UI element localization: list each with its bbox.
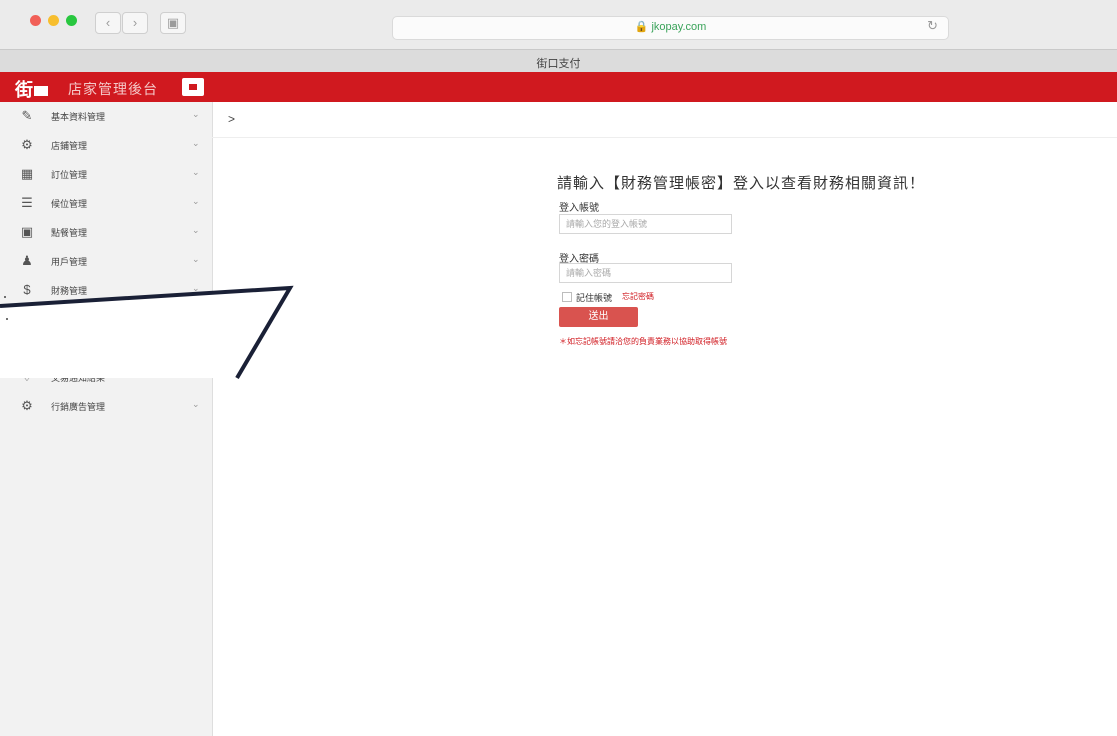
account-label: 登入帳號 bbox=[559, 203, 599, 214]
minimize-window-button[interactable] bbox=[48, 15, 59, 26]
browser-chrome: ‹ › ▣ 🔒 jkopay.com ↻ 街口支付 bbox=[0, 0, 1117, 73]
overlay-dot bbox=[6, 318, 8, 320]
sidebar-item-label: 訂位管理 bbox=[51, 170, 88, 180]
logo-mark bbox=[34, 86, 48, 97]
chevron-left-icon[interactable]: ‹ bbox=[95, 12, 121, 34]
tab-title[interactable]: 街口支付 bbox=[0, 55, 1117, 71]
app-title: 店家管理後台 bbox=[68, 81, 158, 97]
sidebar-item[interactable]: ⚙ 行銷廣告管理 ⌄ bbox=[0, 392, 212, 420]
remember-checkbox[interactable] bbox=[562, 292, 572, 302]
sidebar: ✎ 基本資料管理 ⌄ ⚙ 店鋪管理 ⌄ ▦ 訂位管理 ⌄ ☰ 候位管理 ⌄ ▣ 點餐管理 ⌄ ♟ 用戶管理 ⌄ $ 財… bbox=[0, 102, 213, 736]
password-input[interactable] bbox=[559, 263, 732, 283]
chevron-down-icon[interactable]: ⌄ bbox=[192, 196, 200, 207]
briefcase-icon: ▣ bbox=[20, 224, 34, 239]
logo-text: 街 bbox=[15, 80, 33, 100]
app-header: 街 店家管理後台 bbox=[0, 72, 1117, 102]
sidebar-item-label: 候位管理 bbox=[51, 199, 88, 209]
sidebar-item-label: 店鋪管理 bbox=[51, 141, 88, 151]
url-value: jkopay.com bbox=[651, 21, 707, 33]
logo[interactable]: 街 bbox=[15, 76, 48, 100]
remember-label: 記住帳號 bbox=[576, 293, 613, 303]
gears-icon: ⚙ bbox=[21, 137, 33, 152]
sidebar-item-label: 基本資料管理 bbox=[51, 112, 106, 122]
forgot-password-link[interactable]: 忘記密碼 bbox=[622, 291, 654, 302]
edit-icon: ✎ bbox=[21, 108, 33, 123]
chevron-down-icon[interactable]: ⌄ bbox=[192, 138, 200, 149]
chevron-down-icon[interactable]: ⌄ bbox=[192, 225, 200, 236]
sidebar-item[interactable]: ⚙ 店鋪管理 ⌄ bbox=[0, 131, 212, 159]
breadcrumb-separator: > bbox=[228, 112, 236, 126]
menu-toggle-button[interactable] bbox=[182, 78, 204, 96]
sidebar-item[interactable]: ✎ 基本資料管理 ⌄ bbox=[0, 102, 212, 130]
sidebar-item[interactable]: ▣ 點餐管理 ⌄ bbox=[0, 218, 212, 246]
reload-icon[interactable]: ↻ bbox=[927, 18, 938, 34]
sidebar-item[interactable]: ▦ 訂位管理 ⌄ bbox=[0, 160, 212, 188]
sidebar-item[interactable]: ☰ 候位管理 ⌄ bbox=[0, 189, 212, 217]
chevron-down-icon[interactable]: ⌄ bbox=[192, 399, 200, 410]
overlay-dot bbox=[4, 296, 6, 298]
page-title: 請輸入【財務管理帳密】登入以查看財務相關資訊！ bbox=[557, 175, 926, 192]
chevron-down-icon[interactable]: ⌄ bbox=[192, 167, 200, 178]
annotation-overlay bbox=[0, 285, 294, 380]
chevron-right-icon[interactable]: › bbox=[122, 12, 148, 34]
sidebar-item-label: 行銷廣告管理 bbox=[51, 402, 106, 412]
help-note: ＊如忘記帳號請洽您的負責業務以協助取得帳號 bbox=[559, 337, 727, 346]
breadcrumb: > bbox=[212, 102, 1117, 138]
queue-icon: ☰ bbox=[21, 195, 33, 210]
tab-bar: 街口支付 bbox=[0, 49, 1117, 73]
sidebar-toggle-icon[interactable]: ▣ bbox=[160, 12, 186, 34]
maximize-window-button[interactable] bbox=[66, 15, 77, 26]
gears-icon: ⚙ bbox=[21, 398, 33, 413]
address-bar[interactable]: 🔒 jkopay.com ↻ bbox=[392, 16, 949, 40]
url-text: 🔒 jkopay.com bbox=[634, 21, 707, 33]
menu-icon bbox=[189, 84, 197, 90]
close-window-button[interactable] bbox=[30, 15, 41, 26]
account-input[interactable] bbox=[559, 214, 732, 234]
chevron-down-icon[interactable]: ⌄ bbox=[192, 109, 200, 120]
grid-icon: ▦ bbox=[20, 166, 34, 181]
submit-button[interactable]: 送出 bbox=[559, 307, 638, 327]
sidebar-item-label: 點餐管理 bbox=[51, 228, 88, 238]
